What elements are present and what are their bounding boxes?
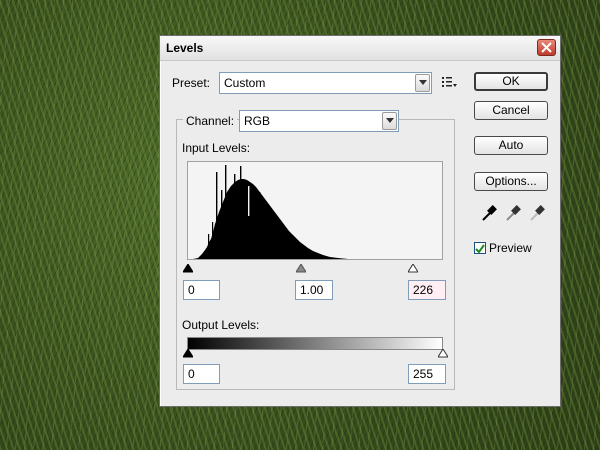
gray-eyedropper-icon[interactable]	[505, 204, 521, 222]
chevron-down-icon	[419, 80, 427, 85]
white-eyedropper-icon[interactable]	[529, 204, 545, 222]
input-white-slider[interactable]	[408, 264, 418, 273]
channel-label: Channel:	[183, 114, 238, 128]
preset-menu-icon	[442, 77, 457, 87]
input-white-field[interactable]: 226	[408, 280, 446, 300]
input-black-slider[interactable]	[183, 264, 193, 273]
input-black-field[interactable]: 0	[183, 280, 220, 300]
input-gamma-slider[interactable]	[296, 264, 306, 273]
output-white-field[interactable]: 255	[408, 364, 446, 384]
input-levels-label: Input Levels:	[182, 141, 251, 155]
black-eyedropper-icon[interactable]	[481, 204, 497, 222]
chevron-down-icon	[386, 118, 394, 123]
output-white-slider[interactable]	[438, 349, 448, 358]
preview-label: Preview	[489, 241, 532, 255]
title-bar: Levels	[160, 36, 560, 61]
preset-label: Preset:	[172, 76, 211, 90]
preset-menu-button[interactable]	[441, 75, 457, 89]
preview-checkbox[interactable]	[474, 242, 486, 254]
histogram-graph	[193, 165, 348, 259]
dialog-title: Levels	[166, 41, 204, 55]
output-levels-label: Output Levels:	[182, 318, 260, 332]
close-icon	[541, 42, 552, 53]
channel-select[interactable]: RGB	[239, 110, 399, 132]
cancel-button[interactable]: Cancel	[474, 101, 548, 120]
channel-dropdown-arrow[interactable]	[382, 112, 397, 130]
preset-dropdown-arrow[interactable]	[415, 74, 430, 92]
output-black-field[interactable]: 0	[183, 364, 220, 384]
input-slider-track	[187, 264, 443, 273]
input-gamma-field[interactable]: 1.00	[295, 280, 333, 300]
auto-button[interactable]: Auto	[474, 136, 548, 155]
channel-value: RGB	[244, 114, 271, 128]
preset-select[interactable]: Custom	[219, 72, 432, 94]
options-button[interactable]: Options...	[474, 172, 548, 191]
ok-button[interactable]: OK	[474, 72, 548, 91]
output-gradient-bar	[187, 337, 443, 350]
histogram	[187, 161, 443, 260]
preset-value: Custom	[224, 76, 266, 90]
checkmark-icon	[475, 244, 485, 254]
close-button[interactable]	[537, 39, 556, 56]
output-black-slider[interactable]	[183, 349, 193, 358]
